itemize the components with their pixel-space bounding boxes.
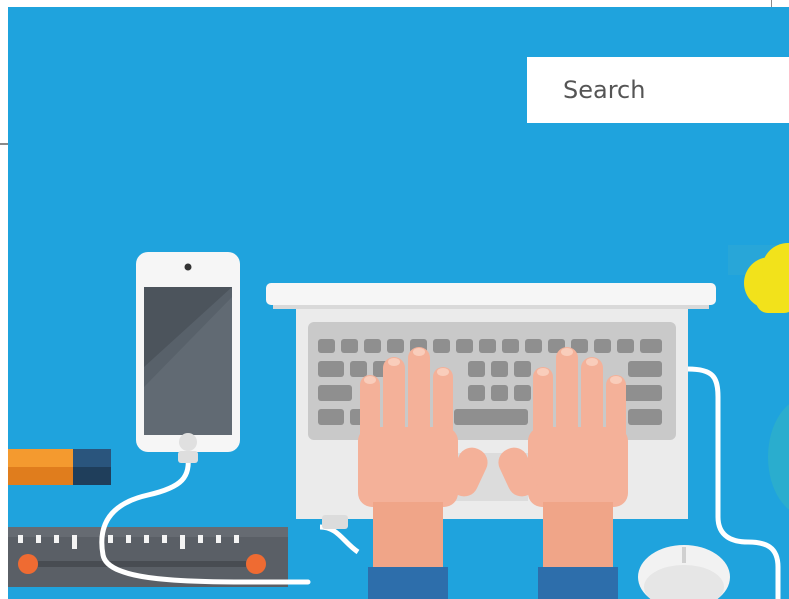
- illustration-scene: [8, 7, 789, 599]
- mouse-icon: [638, 545, 730, 599]
- left-sleeve: [368, 567, 448, 599]
- pencil-icon: [8, 449, 111, 485]
- right-sleeve: [538, 567, 618, 599]
- search-input[interactable]: [527, 57, 789, 123]
- crop-mark-left: [0, 143, 8, 145]
- search-box[interactable]: [527, 57, 789, 123]
- smartphone-icon: [136, 252, 240, 463]
